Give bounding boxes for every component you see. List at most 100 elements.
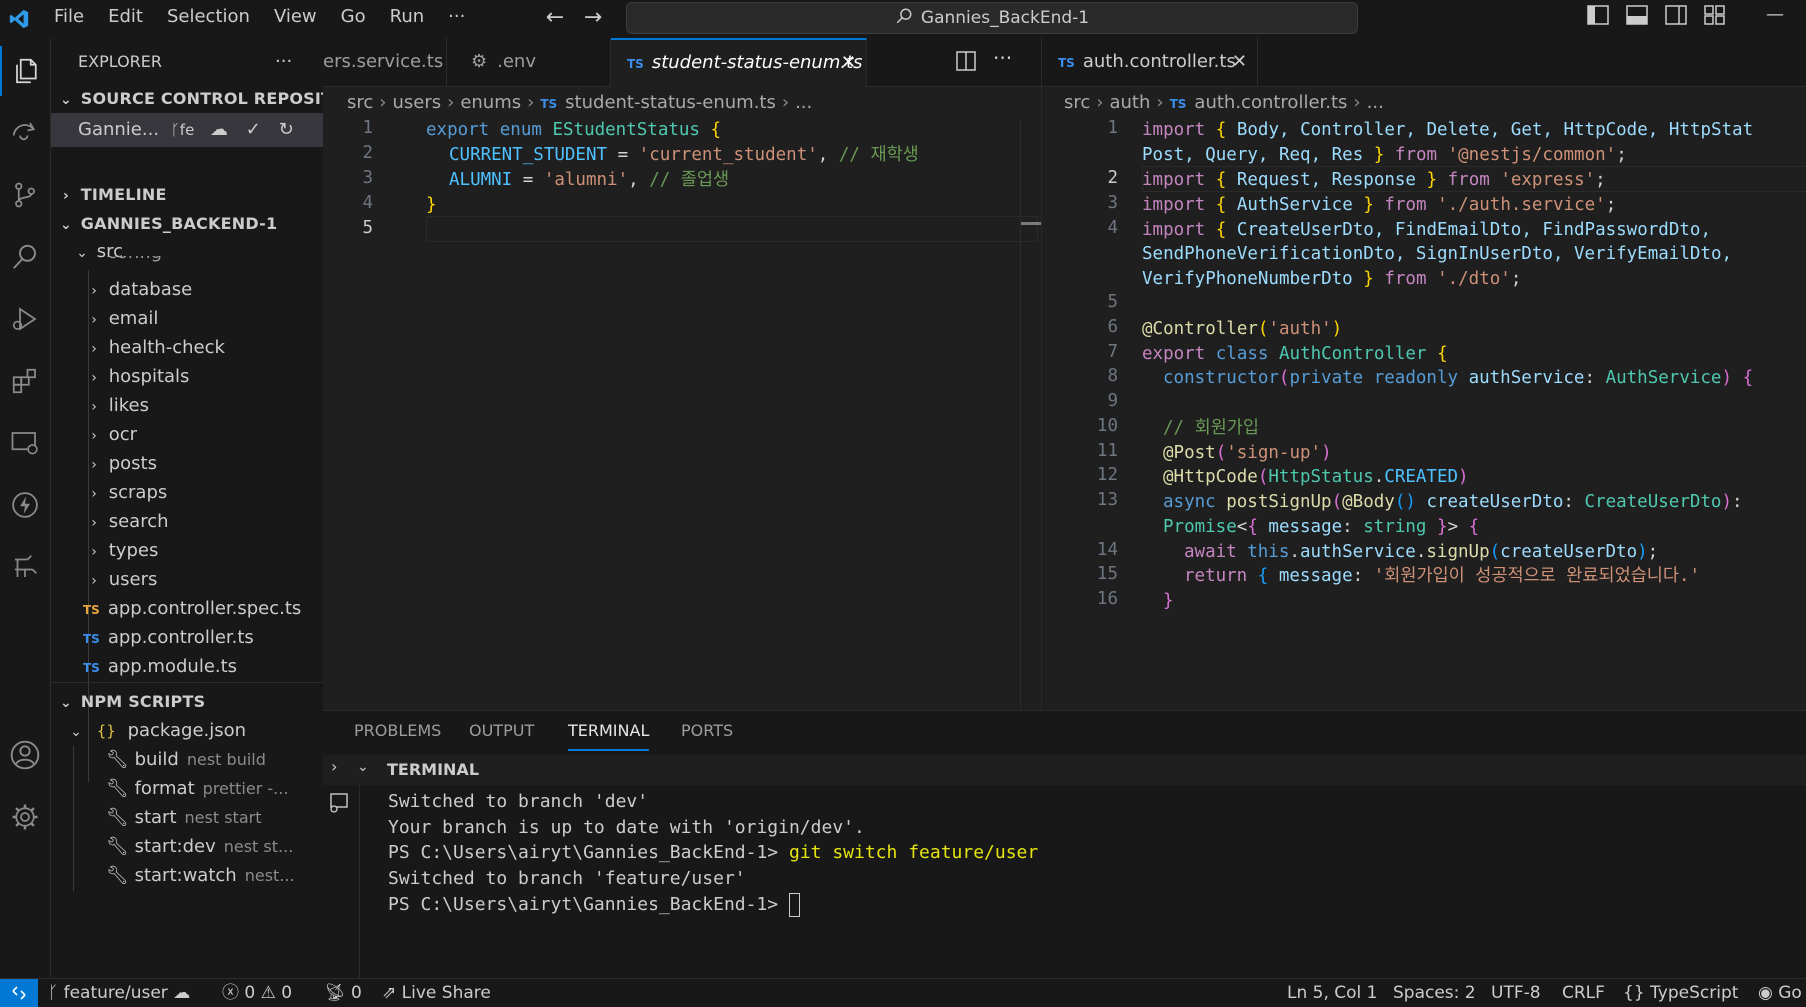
search-icon[interactable]	[0, 232, 50, 282]
menu-run[interactable]: Run	[378, 0, 437, 34]
folder-item[interactable]: › email	[51, 303, 323, 335]
remote-monitor-icon[interactable]	[0, 418, 50, 468]
tab-student-status-enum[interactable]: TS student-status-enum.ts ✕	[611, 38, 867, 87]
tab-auth-controller[interactable]: TS auth.controller.ts ✕	[1042, 38, 1258, 86]
split-editor-icon[interactable]	[955, 50, 977, 77]
folder-item[interactable]: › search	[51, 506, 323, 538]
breadcrumb-item[interactable]: users	[392, 92, 441, 113]
line-number: 15	[1096, 564, 1118, 584]
tab-output[interactable]: OUTPUT	[469, 711, 534, 751]
menu-selection[interactable]: Selection	[155, 0, 262, 34]
explorer-icon[interactable]	[0, 46, 52, 96]
npm-script-item[interactable]: 🔧︎ start nest start	[51, 802, 323, 834]
npm-script-item[interactable]: 🔧︎ start:dev nest st...	[51, 831, 323, 863]
toggle-panel-icon[interactable]	[1626, 5, 1652, 29]
npm-scripts-section[interactable]: ⌄ NPM SCRIPTS	[51, 686, 323, 718]
menu-edit[interactable]: Edit	[96, 0, 155, 34]
code-editor[interactable]: 1 2 3 4 5 6 7 8 9 10 11 12 13 14 15 16 i…	[1042, 118, 1806, 710]
source-control-icon[interactable]	[0, 170, 50, 220]
sync-cloud-icon[interactable]: ☁	[210, 119, 228, 140]
folder-label: users	[108, 569, 158, 590]
encoding[interactable]: UTF-8	[1491, 979, 1541, 1007]
breadcrumb-item[interactable]: student-status-enum.ts	[565, 92, 776, 113]
tab-problems[interactable]: PROBLEMS	[354, 711, 441, 751]
live-share-button[interactable]: ⇗ Live Share	[382, 979, 491, 1007]
ports-status[interactable]: 📡︎ 0	[324, 979, 362, 1007]
tab-env[interactable]: ⚙ .env	[447, 38, 611, 86]
chevron-right-icon: ›	[91, 573, 97, 589]
folder-item[interactable]: › posts	[51, 448, 323, 480]
command-center-label: Gannies_BackEnd-1	[920, 8, 1090, 28]
cursor-position[interactable]: Ln 5, Col 1	[1287, 979, 1378, 1007]
close-icon[interactable]: ✕	[1232, 38, 1247, 86]
refresh-icon[interactable]: ↻	[279, 119, 294, 140]
folder-item[interactable]: › ocr	[51, 419, 323, 451]
folder-item[interactable]: › types	[51, 535, 323, 567]
branch-status[interactable]: ᚴ feature/user ☁	[48, 979, 190, 1007]
folder-item[interactable]: › hospitals	[51, 361, 323, 393]
line-number: 11	[1096, 441, 1118, 461]
breadcrumb-item[interactable]: src	[347, 92, 373, 113]
file-label: package.json	[127, 720, 247, 741]
language-mode[interactable]: {} TypeScript	[1623, 979, 1738, 1007]
folder-item[interactable]: › health-check	[51, 332, 323, 364]
folder-item[interactable]: › users	[51, 564, 323, 596]
npm-script-item[interactable]: 🔧︎ format prettier -...	[51, 773, 323, 805]
timeline-section[interactable]: › TIMELINE	[51, 179, 323, 211]
problems-status[interactable]: ⓧ 0 ⚠ 0	[222, 979, 292, 1007]
source-control-repos-section[interactable]: ⌄ SOURCE CONTROL REPOSIT...	[51, 83, 323, 115]
command-center[interactable]: Gannies_BackEnd-1	[626, 2, 1358, 34]
indentation[interactable]: Spaces: 2	[1393, 979, 1476, 1007]
terminal-icon[interactable]	[327, 791, 351, 820]
folder-item[interactable]: › likes	[51, 390, 323, 422]
file-item[interactable]: TS app.controller.spec.ts	[51, 593, 323, 625]
commit-check-icon[interactable]: ✓	[246, 119, 261, 140]
folder-item[interactable]: › database	[51, 274, 323, 306]
tab-ports[interactable]: PORTS	[681, 711, 733, 751]
back-arrow-icon[interactable]: ←	[540, 4, 570, 32]
breadcrumb-item[interactable]: auth.controller.ts	[1194, 92, 1347, 113]
customize-layout-icon[interactable]	[1704, 5, 1730, 29]
remote-explorer-icon[interactable]	[0, 108, 50, 158]
extensions-icon[interactable]	[0, 356, 50, 406]
scrollbar-track[interactable]	[1020, 120, 1021, 710]
menu-more[interactable]: ···	[436, 0, 477, 34]
minimize-icon[interactable]: —	[1755, 0, 1795, 34]
breadcrumb-item[interactable]: ...	[795, 92, 812, 113]
explorer-more-icon[interactable]: ···	[275, 46, 315, 78]
forward-arrow-icon[interactable]: →	[578, 4, 608, 32]
menu-file[interactable]: File	[42, 0, 96, 34]
breadcrumb-item[interactable]: auth	[1109, 92, 1150, 113]
chevron-right-icon: ›	[91, 312, 97, 328]
menu-view[interactable]: View	[262, 0, 329, 34]
package-json-item[interactable]: ⌄ {} package.json	[51, 715, 323, 747]
tab-users-service[interactable]: ers.service.ts	[323, 38, 447, 86]
close-icon[interactable]: ✕	[841, 40, 856, 86]
file-item[interactable]: TS app.controller.ts	[51, 622, 323, 654]
breadcrumb-item[interactable]: src	[1064, 92, 1090, 113]
toggle-secondary-sidebar-icon[interactable]	[1665, 5, 1691, 29]
git-graph-icon[interactable]	[0, 542, 50, 592]
breadcrumb-item[interactable]: enums	[460, 92, 521, 113]
settings-gear-icon[interactable]	[0, 792, 50, 842]
breadcrumb-item[interactable]: ...	[1367, 92, 1384, 113]
tab-terminal[interactable]: TERMINAL	[568, 711, 650, 751]
go-live-button[interactable]: ◉ Go	[1758, 979, 1802, 1007]
line-endings[interactable]: CRLF	[1562, 979, 1605, 1007]
file-item[interactable]: TS app.module.ts	[51, 651, 323, 683]
terminal-header[interactable]: › ⌄ TERMINAL	[323, 755, 1806, 785]
chevron-right-icon[interactable]: ›	[331, 757, 337, 776]
run-debug-icon[interactable]	[0, 294, 50, 344]
thunder-client-icon[interactable]	[0, 480, 50, 530]
folder-item[interactable]: › scraps	[51, 477, 323, 509]
npm-script-item[interactable]: 🔧︎ start:watch nest...	[51, 860, 323, 892]
explorer-sidebar: EXPLORER ··· ⌄ SOURCE CONTROL REPOSIT...…	[51, 38, 324, 978]
more-actions-icon[interactable]: ···	[993, 46, 1012, 70]
folder-config-partial[interactable]: config	[51, 256, 323, 270]
remote-indicator-icon[interactable]	[0, 979, 38, 1007]
scm-repo-row[interactable]: Gannie... ᚴfe ☁ ✓ ↻	[51, 113, 323, 147]
toggle-primary-sidebar-icon[interactable]	[1587, 5, 1613, 29]
account-icon[interactable]	[0, 730, 50, 780]
npm-script-item[interactable]: 🔧︎ build nest build	[51, 744, 323, 776]
menu-go[interactable]: Go	[329, 0, 378, 34]
